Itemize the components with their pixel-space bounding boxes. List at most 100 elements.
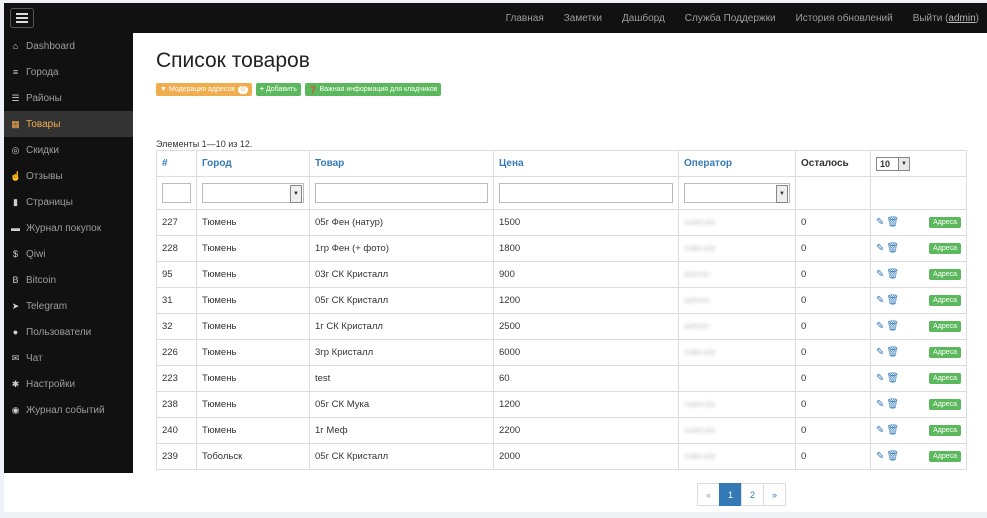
menu-toggle-icon[interactable]	[10, 8, 34, 28]
filter-product-input[interactable]	[315, 183, 488, 203]
pencil-icon[interactable]: ✎	[876, 217, 884, 228]
row-icons: ✎ 🗑	[876, 347, 901, 358]
cell-left-text: 0	[801, 347, 807, 358]
row-icons: ✎ 🗑	[876, 425, 901, 436]
table-row: 31 Тюмень 05г СК Кристалл 1200 admin 0 ✎ 🗑 Адрес…	[156, 287, 967, 314]
pencil-icon[interactable]: ✎	[876, 347, 884, 358]
addresses-button[interactable]: Адреса	[929, 295, 961, 306]
addresses-button[interactable]: Адреса	[929, 217, 961, 228]
sidebar-item-11[interactable]: ● Пользователи	[4, 319, 133, 345]
header-operator[interactable]: Оператор	[678, 150, 796, 177]
cell-id-text: 226	[162, 347, 178, 358]
trash-icon[interactable]: 🗑	[886, 451, 899, 462]
filter-id-input[interactable]	[162, 183, 191, 203]
sidebar-item-0[interactable]: ⌂ Dashboard	[4, 33, 133, 59]
row-icons: ✎ 🗑	[876, 321, 901, 332]
pencil-icon[interactable]: ✎	[876, 425, 884, 436]
cell-left-text: 0	[801, 321, 807, 332]
trash-icon[interactable]: 🗑	[886, 295, 899, 306]
addresses-button[interactable]: Адреса	[929, 399, 961, 410]
sidebar-item-3[interactable]: ▦ Товары	[4, 111, 133, 137]
pencil-icon[interactable]: ✎	[876, 295, 884, 306]
sidebar-item-2[interactable]: ☰ Районы	[4, 85, 133, 111]
cell-operator: nakrula	[678, 235, 796, 262]
nav-dashboard[interactable]: Дашборд	[622, 13, 665, 24]
moderation-button[interactable]: ▼ Модерация адресов 0	[156, 83, 252, 96]
addresses-button[interactable]: Адреса	[929, 425, 961, 436]
sidebar-item-4[interactable]: ◎ Скидки	[4, 137, 133, 163]
addresses-button[interactable]: Адреса	[929, 373, 961, 384]
cell-left: 0	[795, 235, 871, 262]
table-row: 95 Тюмень 03г СК Кристалл 900 admin 0 ✎ 🗑 Адреса	[156, 261, 967, 288]
header-id[interactable]: #	[156, 150, 197, 177]
page-2-button[interactable]: 2	[741, 483, 764, 506]
trash-icon[interactable]: 🗑	[886, 217, 899, 228]
table-row: 226 Тюмень 3гр Кристалл 6000 nakrula 0 ✎ 🗑 Адрес…	[156, 339, 967, 366]
cell-actions: ✎ 🗑 Адреса	[870, 261, 967, 288]
next-page-button[interactable]: »	[763, 483, 786, 506]
header-city[interactable]: Город	[196, 150, 310, 177]
nav-home[interactable]: Главная	[506, 13, 544, 24]
pencil-icon[interactable]: ✎	[876, 321, 884, 332]
sidebar-item-1[interactable]: ≡ Города	[4, 59, 133, 85]
addresses-button[interactable]: Адреса	[929, 321, 961, 332]
eye-icon: ◉	[11, 404, 20, 415]
sidebar-item-label: Bitcoin	[26, 274, 57, 286]
logout-link[interactable]: Выйти (admin)	[913, 13, 979, 24]
sidebar-item-label: Отзывы	[26, 170, 63, 182]
nav-support[interactable]: Служба Поддержки	[685, 13, 776, 24]
cell-actions: ✎ 🗑 Адреса	[870, 287, 967, 314]
sidebar-item-9[interactable]: B Bitcoin	[4, 267, 133, 293]
cell-product-text: 03г СК Кристалл	[315, 269, 389, 280]
pencil-icon[interactable]: ✎	[876, 399, 884, 410]
per-page-select[interactable]: 10 ▼	[876, 156, 910, 171]
filter-city-select[interactable]: ▼	[202, 183, 304, 203]
nav-notes[interactable]: Заметки	[564, 13, 602, 24]
addresses-button[interactable]: Адреса	[929, 347, 961, 358]
page-1-button[interactable]: 1	[719, 483, 742, 506]
cell-left-text: 0	[801, 425, 807, 436]
dollar-icon: $	[12, 249, 18, 259]
pencil-icon[interactable]: ✎	[876, 243, 884, 254]
header-price[interactable]: Цена	[493, 150, 679, 177]
pencil-icon[interactable]: ✎	[876, 451, 884, 462]
cell-price-text: 1200	[499, 295, 521, 306]
filter-operator-select[interactable]: ▼	[684, 183, 790, 203]
add-button[interactable]: + Добавить	[255, 83, 301, 96]
cell-id: 31	[156, 287, 197, 314]
sidebar-item-6[interactable]: ▮ Страницы	[4, 189, 133, 215]
pencil-icon[interactable]: ✎	[876, 269, 884, 280]
sidebar-item-13[interactable]: ✱ Настройки	[4, 371, 133, 397]
cell-id: 223	[156, 365, 197, 392]
cell-product: 1гр Фен (+ фото)	[309, 235, 494, 262]
sidebar-item-12[interactable]: ✉ Чат	[4, 345, 133, 371]
cell-actions: ✎ 🗑 Адреса	[870, 365, 967, 392]
pencil-icon[interactable]: ✎	[876, 373, 884, 384]
sidebar-item-5[interactable]: ☝ Отзывы	[4, 163, 133, 189]
nav-changelog[interactable]: История обновлений	[796, 13, 893, 24]
cell-price: 1200	[493, 391, 679, 418]
trash-icon[interactable]: 🗑	[886, 321, 899, 332]
sidebar-item-label: Товары	[26, 118, 61, 130]
addresses-button[interactable]: Адреса	[929, 451, 961, 462]
sidebar-item-label: Страницы	[26, 196, 73, 208]
sidebar-item-7[interactable]: ▬ Журнал покупок	[4, 215, 133, 241]
addresses-button[interactable]: Адреса	[929, 243, 961, 254]
sidebar-item-14[interactable]: ◉ Журнал событий	[4, 397, 133, 423]
header-product[interactable]: Товар	[309, 150, 494, 177]
row-icons: ✎ 🗑	[876, 243, 901, 254]
addresses-button[interactable]: Адреса	[929, 269, 961, 280]
trash-icon[interactable]: 🗑	[886, 373, 899, 384]
trash-icon[interactable]: 🗑	[886, 399, 899, 410]
sidebar-item-10[interactable]: ➤ Telegram	[4, 293, 133, 319]
filter-price-input[interactable]	[499, 183, 673, 203]
info-button[interactable]: ❓ Важная информация для кладчиков	[304, 83, 442, 96]
trash-icon[interactable]: 🗑	[886, 243, 899, 254]
trash-icon[interactable]: 🗑	[886, 347, 899, 358]
trash-icon[interactable]: 🗑	[886, 425, 899, 436]
info-label: Важная информация для кладчиков	[319, 86, 438, 93]
sidebar-item-8[interactable]: $ Qiwi	[4, 241, 133, 267]
prev-page-button[interactable]: «	[697, 483, 720, 506]
cell-left: 0	[795, 365, 871, 392]
trash-icon[interactable]: 🗑	[886, 269, 899, 280]
